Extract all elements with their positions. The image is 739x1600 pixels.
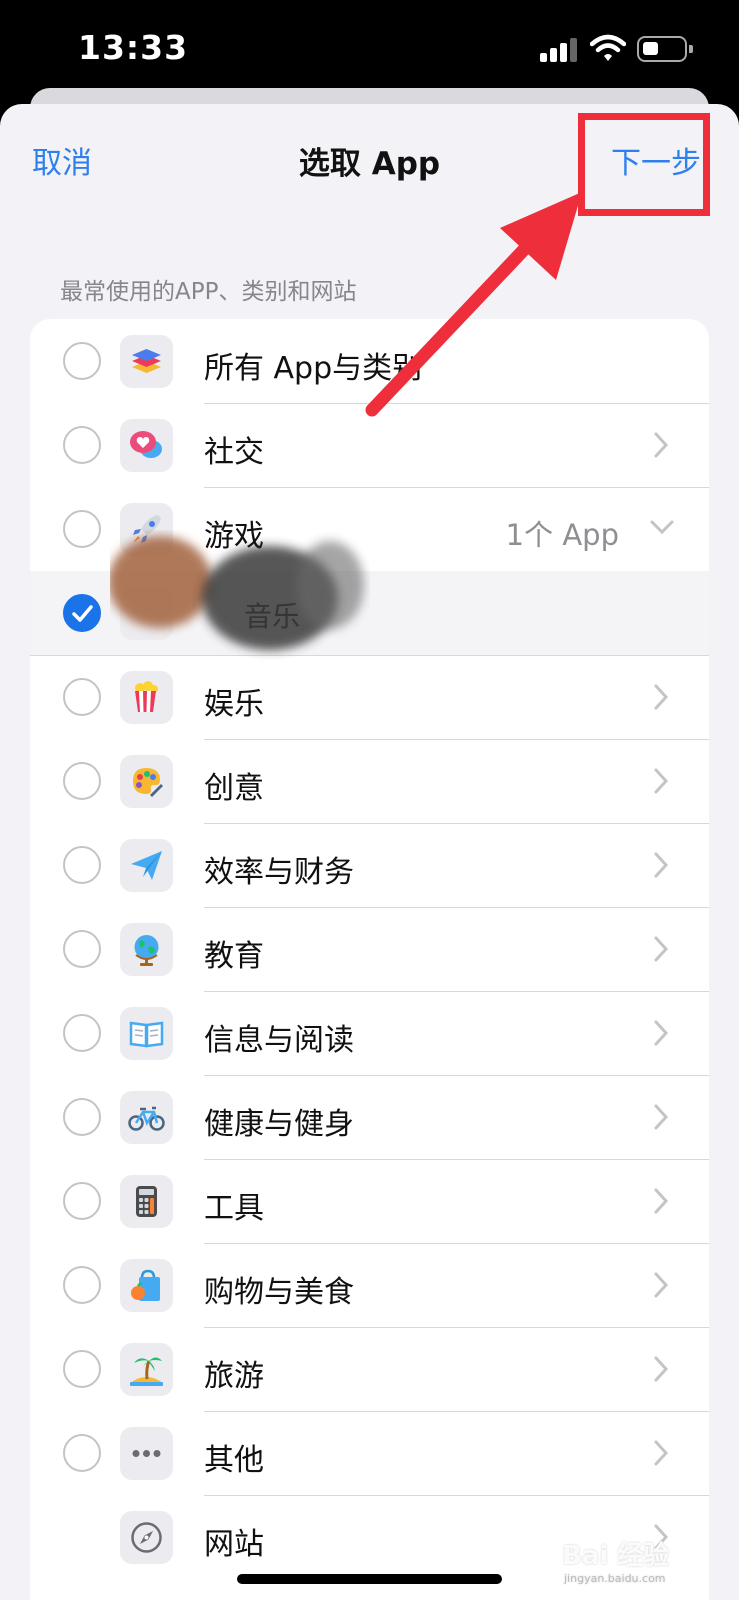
radio-button[interactable] xyxy=(63,846,101,884)
section-header: 最常使用的APP、类别和网站 xyxy=(60,279,357,305)
watermark-logo: Bai 经验 jingyan.baidu.com xyxy=(562,1541,670,1585)
chat-bubble-heart-icon xyxy=(120,419,173,472)
list-item-entertainment[interactable]: 娱乐 xyxy=(30,655,709,740)
chevron-right-icon xyxy=(654,1020,669,1046)
wifi-icon xyxy=(590,34,626,61)
clock: 13:33 xyxy=(78,28,189,67)
chevron-right-icon xyxy=(654,1104,669,1130)
book-icon xyxy=(120,1007,173,1060)
chevron-right-icon xyxy=(654,936,669,962)
cellular-signal-icon xyxy=(540,36,580,62)
list-item-productivity-finance[interactable]: 效率与财务 xyxy=(30,823,709,908)
ellipsis-icon xyxy=(120,1427,173,1480)
palette-icon xyxy=(120,755,173,808)
chevron-right-icon xyxy=(654,852,669,878)
shopping-bag-icon xyxy=(120,1259,173,1312)
list-item-education[interactable]: 教育 xyxy=(30,907,709,992)
category-list: 所有 App与类别 社交 游戏 1个 App 娱乐 创意 效率与财务 教育 信息… xyxy=(30,319,709,1600)
chevron-right-icon xyxy=(654,432,669,458)
radio-button[interactable] xyxy=(63,1266,101,1304)
redaction-scribble xyxy=(110,536,364,650)
radio-button[interactable] xyxy=(63,762,101,800)
compass-icon xyxy=(120,1511,173,1564)
radio-button[interactable] xyxy=(63,1434,101,1472)
popcorn-icon xyxy=(120,671,173,724)
home-indicator[interactable] xyxy=(237,1574,502,1584)
radio-button[interactable] xyxy=(63,1182,101,1220)
chevron-right-icon xyxy=(654,684,669,710)
row-label: 购物与美食 xyxy=(204,1275,354,1310)
globe-icon xyxy=(120,923,173,976)
radio-button[interactable] xyxy=(63,342,101,380)
row-label: 其他 xyxy=(204,1443,264,1478)
list-item-information-reading[interactable]: 信息与阅读 xyxy=(30,991,709,1076)
row-label: 工具 xyxy=(204,1191,264,1226)
stack-icon xyxy=(120,335,173,388)
radio-button[interactable] xyxy=(63,1014,101,1052)
list-item-creativity[interactable]: 创意 xyxy=(30,739,709,824)
checked-radio-button[interactable] xyxy=(63,594,101,632)
row-label: 创意 xyxy=(204,771,264,806)
chevron-down-icon[interactable] xyxy=(649,519,675,535)
row-label: 教育 xyxy=(204,939,264,974)
list-item-utilities[interactable]: 工具 xyxy=(30,1159,709,1244)
battery-icon xyxy=(637,36,693,62)
row-label: 旅游 xyxy=(204,1359,264,1394)
radio-button[interactable] xyxy=(63,678,101,716)
radio-button[interactable] xyxy=(63,426,101,464)
row-label: 信息与阅读 xyxy=(204,1023,354,1058)
radio-button[interactable] xyxy=(63,1098,101,1136)
annotation-arrow-icon xyxy=(365,192,582,417)
cancel-button[interactable]: 取消 xyxy=(32,138,92,182)
status-bar: 13:33 xyxy=(0,0,739,100)
list-item-shopping-food[interactable]: 购物与美食 xyxy=(30,1243,709,1328)
palm-island-icon xyxy=(120,1343,173,1396)
row-label: 社交 xyxy=(204,435,264,470)
list-item-health-fitness[interactable]: 健康与健身 xyxy=(30,1075,709,1160)
radio-button[interactable] xyxy=(63,1350,101,1388)
row-label: 网站 xyxy=(204,1527,264,1562)
chevron-right-icon xyxy=(654,768,669,794)
row-label: 娱乐 xyxy=(204,687,264,722)
calculator-icon xyxy=(120,1175,173,1228)
chevron-right-icon xyxy=(654,1440,669,1466)
row-label: 健康与健身 xyxy=(204,1107,354,1142)
radio-button[interactable] xyxy=(63,510,101,548)
list-item-travel[interactable]: 旅游 xyxy=(30,1327,709,1412)
chevron-right-icon xyxy=(654,1356,669,1382)
list-item-other[interactable]: 其他 xyxy=(30,1411,709,1496)
row-detail: 1个 App xyxy=(505,518,619,552)
chevron-right-icon xyxy=(654,1188,669,1214)
paper-plane-icon xyxy=(120,839,173,892)
chevron-right-icon xyxy=(654,1272,669,1298)
row-label: 效率与财务 xyxy=(204,855,354,890)
radio-button[interactable] xyxy=(63,930,101,968)
bicycle-icon xyxy=(120,1091,173,1144)
